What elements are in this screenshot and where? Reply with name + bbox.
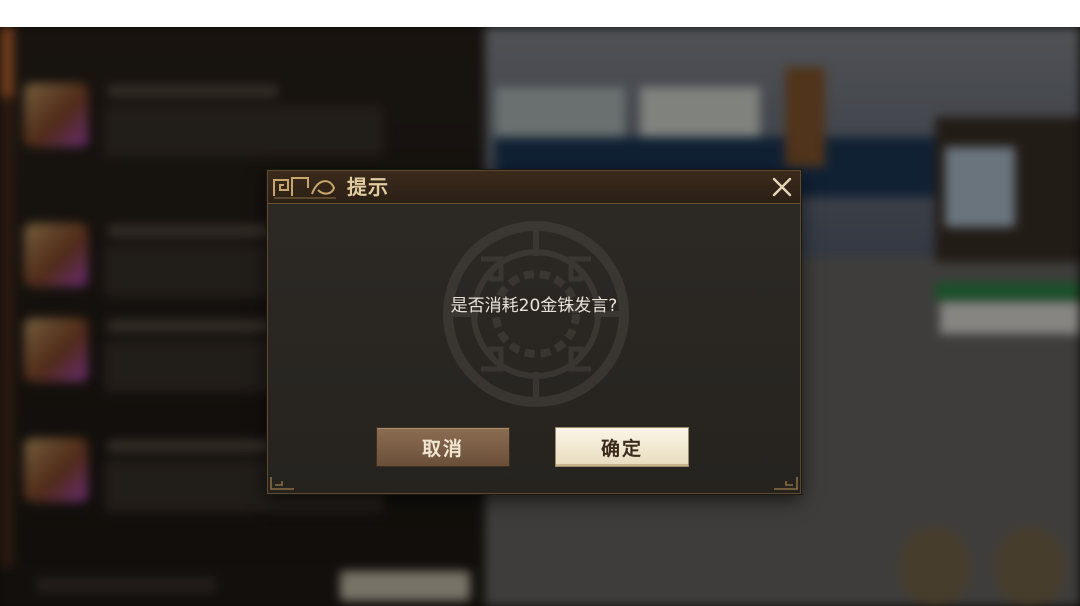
title-ornament-icon — [273, 177, 336, 199]
dialog-title: 提示 — [347, 175, 389, 199]
corner-ornament-icon — [774, 477, 798, 490]
prompt-dialog: 提示 是否消耗20金铢发言? 取消 确定 — [267, 170, 801, 494]
close-icon — [772, 177, 792, 197]
dialog-message: 是否消耗20金铢发言? — [450, 296, 618, 316]
confirm-button[interactable]: 确定 — [555, 427, 689, 467]
corner-ornament-icon — [270, 477, 294, 490]
close-button[interactable] — [768, 173, 796, 201]
cancel-button[interactable]: 取消 — [376, 427, 510, 467]
dialog-titlebar: 提示 — [268, 171, 800, 204]
